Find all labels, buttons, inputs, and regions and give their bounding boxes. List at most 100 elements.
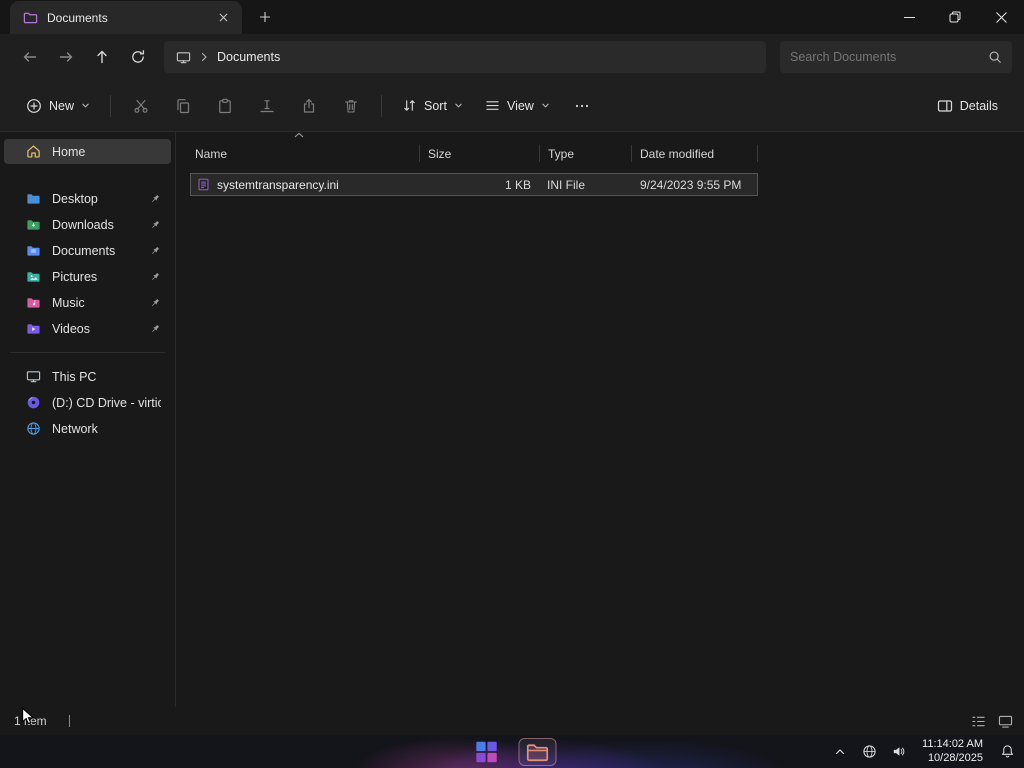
cd-drive-icon — [26, 395, 41, 410]
sidebar-item-this-pc[interactable]: This PC — [4, 364, 171, 389]
tray-chevron-up-icon[interactable] — [829, 740, 851, 764]
explorer-tab[interactable]: Documents — [10, 1, 242, 34]
minimize-button[interactable] — [886, 0, 932, 34]
volume-icon[interactable] — [887, 740, 909, 764]
sidebar-item-documents[interactable]: Documents — [4, 238, 171, 263]
sidebar-item-music[interactable]: Music — [4, 290, 171, 315]
tab-close-icon[interactable] — [212, 7, 234, 29]
pin-icon — [149, 323, 161, 335]
file-type: INI File — [547, 177, 586, 192]
ini-file-icon — [197, 178, 210, 191]
title-bar: Documents — [0, 0, 1024, 34]
pin-icon — [149, 193, 161, 205]
clock-date: 10/28/2025 — [927, 751, 983, 764]
new-plus-icon — [26, 98, 42, 114]
sidebar-item-network[interactable]: Network — [4, 416, 171, 441]
sidebar-item-label: Home — [52, 144, 86, 159]
search-box[interactable] — [780, 41, 1012, 73]
music-folder-icon — [26, 295, 41, 310]
this-pc-icon — [176, 50, 191, 65]
delete-button[interactable] — [331, 88, 371, 124]
navigation-sidebar: Home Desktop Downloads Documents Picture… — [0, 132, 176, 707]
sort-button[interactable]: Sort — [392, 91, 473, 120]
mouse-cursor — [21, 707, 36, 726]
sidebar-item-desktop[interactable]: Desktop — [4, 186, 171, 211]
restore-button[interactable] — [932, 0, 978, 34]
search-icon[interactable] — [988, 50, 1002, 64]
back-button[interactable] — [12, 40, 48, 74]
cut-button[interactable] — [121, 88, 161, 124]
sidebar-item-downloads[interactable]: Downloads — [4, 212, 171, 237]
column-header-name[interactable]: Name — [190, 140, 420, 167]
this-pc-icon — [26, 369, 41, 384]
sidebar-item-cd-drive[interactable]: (D:) CD Drive - virtio- — [4, 390, 171, 415]
navigation-bar: Documents — [0, 34, 1024, 80]
share-button[interactable] — [289, 88, 329, 124]
sidebar-item-videos[interactable]: Videos — [4, 316, 171, 341]
column-header-date-modified[interactable]: Date modified — [632, 140, 758, 167]
refresh-button[interactable] — [120, 40, 156, 74]
column-label: Name — [195, 146, 228, 161]
sidebar-item-pictures[interactable]: Pictures — [4, 264, 171, 289]
details-view-toggle[interactable] — [969, 712, 987, 730]
search-input[interactable] — [790, 50, 988, 64]
column-label: Size — [428, 146, 452, 161]
chevron-down-icon — [541, 101, 550, 110]
address-bar[interactable]: Documents — [164, 41, 766, 73]
column-header-size[interactable]: Size — [420, 140, 540, 167]
details-pane-icon — [937, 98, 953, 114]
file-row-selected[interactable]: systemtransparency.ini 1 KB INI File 9/2… — [190, 173, 758, 196]
documents-folder-icon — [26, 243, 41, 258]
up-button[interactable] — [84, 40, 120, 74]
column-label: Date modified — [640, 146, 715, 161]
sidebar-item-label: Documents — [52, 243, 116, 258]
pin-icon — [149, 297, 161, 309]
sidebar-item-label: Pictures — [52, 269, 98, 284]
toolbar-separator — [381, 94, 383, 117]
clock-time: 11:14:02 AM — [922, 737, 983, 750]
desktop-folder-icon — [26, 191, 41, 206]
sidebar-item-label: This PC — [52, 369, 97, 384]
taskbar: 11:14:02 AM 10/28/2025 — [0, 735, 1024, 768]
close-button[interactable] — [978, 0, 1024, 34]
large-icons-view-toggle[interactable] — [996, 712, 1014, 730]
home-icon — [26, 144, 41, 159]
pin-icon — [149, 271, 161, 283]
details-button-label: Details — [959, 98, 998, 113]
rename-button[interactable] — [247, 88, 287, 124]
forward-button[interactable] — [48, 40, 84, 74]
sort-arrows-icon — [402, 98, 417, 113]
pictures-folder-icon — [26, 269, 41, 284]
downloads-folder-icon — [26, 217, 41, 232]
chevron-right-icon[interactable] — [199, 52, 209, 62]
network-globe-icon[interactable] — [858, 740, 880, 764]
file-list-area: Name Size Type Date modified systemtrans… — [176, 132, 1024, 707]
notification-bell-icon[interactable] — [996, 740, 1018, 764]
file-name: systemtransparency.ini — [217, 177, 339, 192]
sidebar-item-label: Network — [52, 421, 98, 436]
breadcrumb-documents[interactable]: Documents — [217, 50, 280, 64]
details-pane-button[interactable]: Details — [927, 91, 1008, 121]
new-tab-button[interactable] — [250, 2, 280, 32]
column-header-type[interactable]: Type — [540, 140, 632, 167]
videos-folder-icon — [26, 321, 41, 336]
view-button-label: View — [506, 98, 534, 113]
sidebar-item-label: Downloads — [52, 217, 114, 232]
sidebar-item-label: (D:) CD Drive - virtio- — [52, 395, 161, 410]
start-button[interactable] — [468, 738, 506, 766]
pin-icon — [149, 219, 161, 231]
taskbar-clock[interactable]: 11:14:02 AM 10/28/2025 — [916, 738, 989, 766]
command-toolbar: New Sort View Details — [0, 80, 1024, 132]
view-list-icon — [485, 98, 500, 113]
sort-button-label: Sort — [424, 98, 447, 113]
paste-button[interactable] — [205, 88, 245, 124]
view-button[interactable]: View — [475, 91, 560, 120]
copy-button[interactable] — [163, 88, 203, 124]
new-button[interactable]: New — [16, 91, 100, 121]
file-explorer-window: Documents Documents Search Documents New… — [0, 0, 1024, 735]
more-options-button[interactable] — [562, 88, 602, 124]
column-label: Type — [548, 146, 575, 161]
file-explorer-taskbar-button[interactable] — [518, 737, 557, 766]
sidebar-item-home[interactable]: Home — [4, 139, 171, 164]
